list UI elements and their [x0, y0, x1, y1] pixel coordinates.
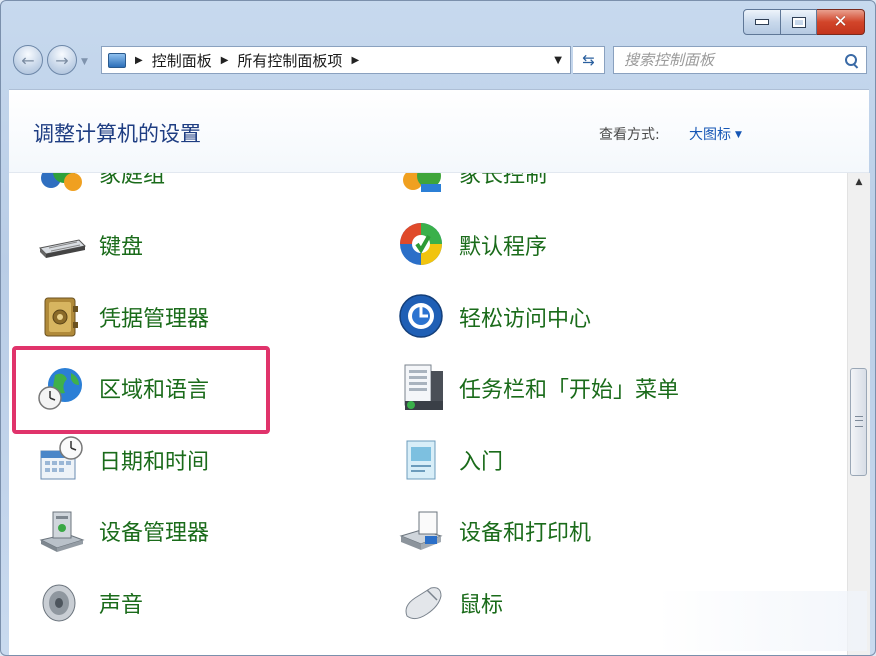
scrollbar-thumb[interactable] [850, 368, 867, 476]
close-button[interactable]: ✕ [817, 9, 865, 35]
forward-button[interactable]: → [47, 45, 77, 75]
item-devices-printers[interactable]: 设备和打印机 [397, 501, 591, 561]
forward-arrow-icon: → [55, 50, 69, 70]
item-sound[interactable]: 声音 [37, 573, 143, 633]
item-label: 入门 [459, 450, 504, 475]
credential-manager-icon [37, 292, 87, 342]
minimize-button[interactable] [743, 9, 781, 35]
date-time-icon [37, 435, 87, 485]
item-label: 家庭组 [99, 173, 166, 188]
breadcrumb-separator-icon[interactable]: ▶ [221, 55, 229, 66]
view-by-label: 查看方式: [599, 127, 660, 143]
page-title: 调整计算机的设置 [33, 122, 201, 146]
item-parental-controls[interactable]: 家长控制 [397, 173, 547, 203]
sound-icon [37, 578, 87, 628]
item-label: 鼠标 [459, 593, 504, 618]
mouse-icon [397, 578, 447, 628]
device-manager-icon [37, 506, 87, 556]
breadcrumb-separator-icon[interactable]: ▶ [135, 55, 143, 66]
back-arrow-icon: ← [21, 50, 35, 70]
item-default-programs[interactable]: 默认程序 [397, 215, 547, 275]
search-icon[interactable] [845, 53, 858, 67]
search-box[interactable] [613, 46, 867, 74]
item-date-time[interactable]: 日期和时间 [37, 430, 209, 490]
default-programs-icon [397, 220, 447, 270]
grip-icon [855, 416, 863, 427]
item-label: 日期和时间 [99, 450, 210, 475]
item-label: 声音 [99, 593, 144, 618]
control-panel-icon [108, 52, 126, 68]
item-label: 家长控制 [459, 173, 548, 188]
item-mouse[interactable]: 鼠标 [397, 573, 503, 633]
breadcrumb-separator-icon[interactable]: ▶ [351, 55, 359, 66]
item-label: 轻松访问中心 [459, 307, 592, 332]
highlight-box [12, 346, 270, 434]
view-by-dropdown[interactable]: 大图标 ▼ [689, 124, 742, 144]
control-panel-window: ✕ ← → ▼ ▶ 控制面板 ▶ 所有控制面板项 ▶ ▼ ⇆ 调整计算机的设置 … [0, 0, 876, 656]
dropdown-arrow-icon: ▼ [735, 130, 742, 140]
breadcrumb-control-panel[interactable]: 控制面板 [152, 50, 212, 71]
parental-controls-icon [397, 173, 447, 198]
item-taskbar-start-menu[interactable]: 任务栏和「开始」菜单 [397, 358, 679, 418]
keyboard-icon [37, 220, 87, 270]
item-ease-of-access[interactable]: 轻松访问中心 [397, 287, 591, 347]
item-label: 任务栏和「开始」菜单 [459, 378, 680, 403]
address-bar[interactable]: ▶ 控制面板 ▶ 所有控制面板项 ▶ ▼ [101, 46, 571, 74]
item-label: 默认程序 [459, 235, 548, 260]
item-keyboard[interactable]: 键盘 [37, 215, 143, 275]
recent-pages-dropdown[interactable]: ▼ [81, 57, 88, 67]
maximize-icon [791, 16, 806, 28]
vertical-scrollbar[interactable]: ▲ [847, 173, 870, 655]
view-by-value: 大图标 [689, 127, 731, 143]
item-homegroup[interactable]: 家庭组 [37, 173, 165, 203]
homegroup-icon [37, 173, 87, 198]
devices-printers-icon [397, 506, 447, 556]
search-input[interactable] [622, 50, 836, 70]
breadcrumb-all-items[interactable]: 所有控制面板项 [237, 50, 342, 71]
close-icon: ✕ [833, 11, 848, 32]
back-button[interactable]: ← [13, 45, 43, 75]
item-label: 凭据管理器 [99, 307, 210, 332]
item-credential-manager[interactable]: 凭据管理器 [37, 287, 209, 347]
taskbar-start-menu-icon [397, 363, 447, 413]
item-label: 设备管理器 [99, 521, 210, 546]
item-device-manager[interactable]: 设备管理器 [37, 501, 209, 561]
address-dropdown-icon[interactable]: ▼ [554, 55, 562, 66]
refresh-button[interactable]: ⇆ [573, 46, 605, 74]
item-getting-started[interactable]: 入门 [397, 430, 503, 490]
refresh-icon: ⇆ [582, 51, 595, 69]
navigation-bar: ← → ▼ ▶ 控制面板 ▶ 所有控制面板项 ▶ ▼ ⇆ [1, 43, 875, 77]
content-header: 调整计算机的设置 查看方式: 大图标 ▼ [9, 90, 869, 173]
minimize-icon [755, 19, 769, 25]
getting-started-icon [397, 435, 447, 485]
caption-buttons: ✕ [743, 9, 865, 35]
scroll-up-arrow-icon[interactable]: ▲ [848, 177, 870, 195]
ease-of-access-icon [397, 292, 447, 342]
watermark-overlay [657, 591, 867, 651]
maximize-button[interactable] [781, 9, 817, 35]
item-label: 键盘 [99, 235, 144, 260]
item-label: 设备和打印机 [459, 521, 592, 546]
